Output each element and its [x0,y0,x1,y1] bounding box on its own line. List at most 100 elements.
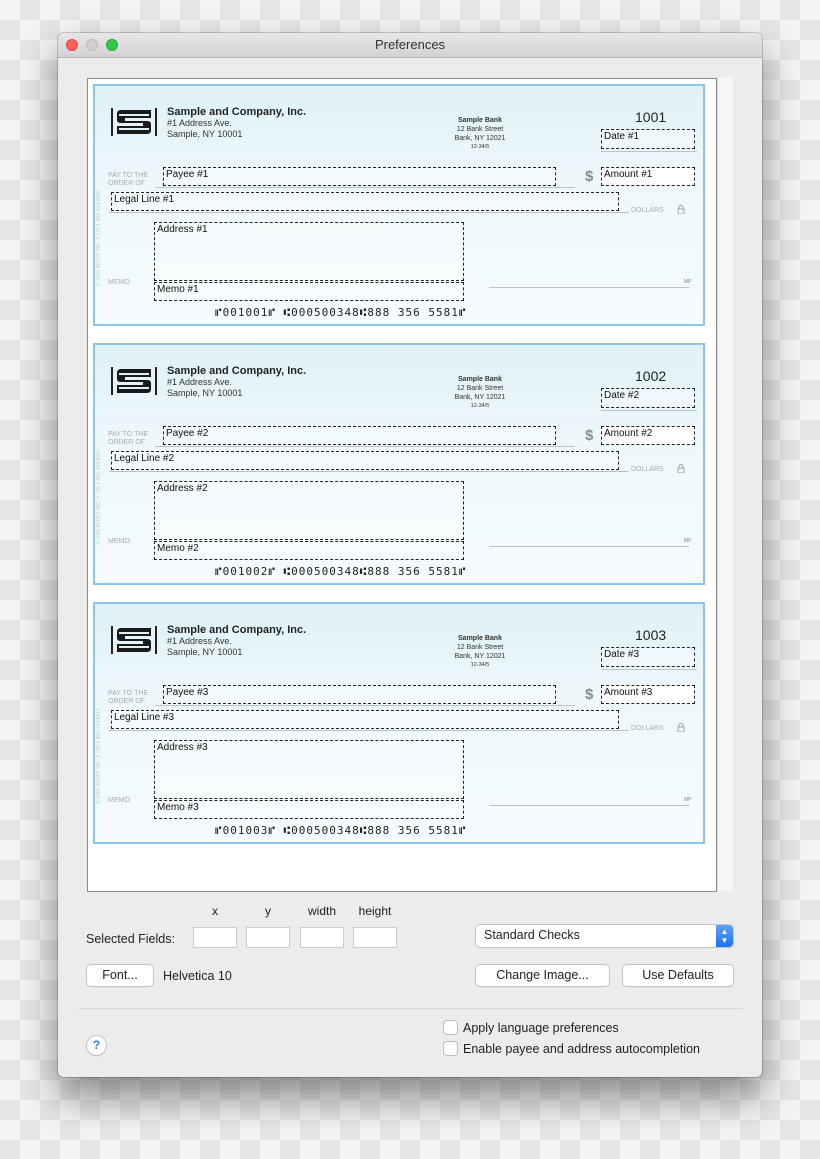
signature-line [489,805,689,806]
check-3: © 2005 INTUIT INC. # 735 1-800-433-8810 … [93,602,705,844]
bank-name: Sample Bank [458,376,502,383]
check-number: 1003 [635,627,667,643]
pay-to-label: PAY TO THE ORDER OF [108,172,149,187]
change-image-button[interactable]: Change Image... [476,965,609,986]
preferences-window: Preferences © 2005 INTUIT INC. # 735 1-8… [58,33,762,1077]
signature-line [489,546,689,547]
bank-info: Sample Bank 12 Bank Street Bank, NY 1202… [430,375,530,411]
mp-label: MP [684,279,692,285]
bank-address-2: Bank, NY 12021 [454,653,506,660]
legal-line-field[interactable]: Legal Line #3 [111,710,619,729]
memo-field[interactable]: Memo #3 [154,800,464,819]
dollar-sign: $ [585,427,594,444]
address-field[interactable]: Address #3 [154,740,464,799]
mp-label: MP [684,797,692,803]
date-line [601,410,697,411]
width-column-label: width [307,904,336,918]
date-field[interactable]: Date #2 [601,388,695,408]
height-field[interactable] [353,927,397,948]
up-down-chevron-icon: ▲ ▼ [716,925,733,947]
pay-to-label: PAY TO THE ORDER OF [108,690,149,705]
side-copyright-text: © 2005 INTUIT INC. # 735 1-800-433-8810 [96,708,102,804]
side-copyright-text: © 2005 INTUIT INC. # 735 1-800-433-8810 [96,190,102,286]
check-preview-area[interactable]: © 2005 INTUIT INC. # 735 1-800-433-8810 … [87,78,717,892]
bank-address-1: 12 Bank Street [456,644,504,651]
autocompletion-label: Enable payee and address autocompletion [463,1042,700,1056]
address-field[interactable]: Address #1 [154,222,464,281]
bank-address-1: 12 Bank Street [456,126,504,133]
autocompletion-checkbox[interactable] [444,1042,457,1055]
dollar-sign: $ [585,168,594,185]
x-column-label: x [212,904,218,918]
memo-field[interactable]: Memo #2 [154,541,464,560]
company-info: Sample and Company, Inc. #1 Address Ave.… [167,107,306,140]
company-logo-icon [111,367,159,395]
payee-field[interactable]: Payee #2 [163,426,556,445]
amount-field[interactable]: Amount #3 [601,685,695,704]
bank-name: Sample Bank [458,117,502,124]
apply-language-option[interactable]: Apply language preferences [444,1021,619,1035]
company-name: Sample and Company, Inc. [167,365,307,377]
legal-line-field[interactable]: Legal Line #2 [111,451,619,470]
date-line [601,669,697,670]
window-title: Preferences [374,37,446,52]
payee-field[interactable]: Payee #1 [163,167,556,186]
title-bar[interactable]: Preferences [58,33,762,58]
bank-name: Sample Bank [458,635,502,642]
memo-field[interactable]: Memo #1 [154,282,464,301]
height-column-label: height [358,904,392,918]
use-defaults-button[interactable]: Use Defaults [623,965,733,986]
date-field[interactable]: Date #1 [601,129,695,149]
bank-info: Sample Bank 12 Bank Street Bank, NY 1202… [430,116,530,152]
amount-field[interactable]: Amount #1 [601,167,695,186]
routing-fraction: 12-34/5 [470,144,490,150]
legal-line-rule [109,730,629,731]
micr-line: ⑈001002⑈ ⑆000500348⑆888 356 5581⑈ [215,565,467,578]
company-address-1: #1 Address Ave. [167,118,232,128]
check-number: 1001 [635,109,667,125]
routing-fraction: 12-34/5 [470,403,490,409]
dollars-label: DOLLARS [631,725,664,732]
payee-field[interactable]: Payee #3 [163,685,556,704]
y-field[interactable] [246,927,290,948]
company-name: Sample and Company, Inc. [167,624,307,636]
company-info: Sample and Company, Inc. #1 Address Ave.… [167,625,306,658]
font-button[interactable]: Font... [87,965,153,986]
payee-line [155,187,575,188]
apply-language-checkbox[interactable] [444,1021,457,1034]
help-button[interactable]: ? [87,1036,106,1055]
legal-line-field[interactable]: Legal Line #1 [111,192,619,211]
company-address-1: #1 Address Ave. [167,636,232,646]
address-field[interactable]: Address #2 [154,481,464,540]
mp-label: MP [684,538,692,544]
selected-fields-label: Selected Fields: [86,932,175,946]
date-line [601,151,697,152]
check-style-value: Standard Checks [484,928,580,942]
date-field[interactable]: Date #3 [601,647,695,667]
divider [78,1008,742,1009]
company-address-2: Sample, NY 10001 [167,129,243,139]
side-copyright-text: © 2005 INTUIT INC. # 735 1-800-433-8810 [96,449,102,545]
check-2: © 2005 INTUIT INC. # 735 1-800-433-8810 … [93,343,705,585]
company-name: Sample and Company, Inc. [167,106,307,118]
legal-line-rule [109,212,629,213]
micr-line: ⑈001003⑈ ⑆000500348⑆888 356 5581⑈ [215,824,467,837]
routing-fraction: 12-34/5 [470,662,490,668]
dollar-sign: $ [585,686,594,703]
apply-language-label: Apply language preferences [463,1021,619,1035]
memo-label: MEMO [108,797,130,804]
legal-line-rule [109,471,629,472]
preview-scrollbar[interactable] [717,77,733,891]
company-address-1: #1 Address Ave. [167,377,232,387]
amount-field[interactable]: Amount #2 [601,426,695,445]
width-field[interactable] [300,927,344,948]
lock-icon [677,723,685,732]
micr-line: ⑈001001⑈ ⑆000500348⑆888 356 5581⑈ [215,306,467,319]
bank-info: Sample Bank 12 Bank Street Bank, NY 1202… [430,634,530,670]
bank-address-2: Bank, NY 12021 [454,394,506,401]
x-field[interactable] [193,927,237,948]
pay-to-label: PAY TO THE ORDER OF [108,431,149,446]
autocompletion-option[interactable]: Enable payee and address autocompletion [444,1042,700,1056]
lock-icon [677,464,685,473]
check-style-popup[interactable]: Standard Checks ▲ ▼ [476,925,733,947]
